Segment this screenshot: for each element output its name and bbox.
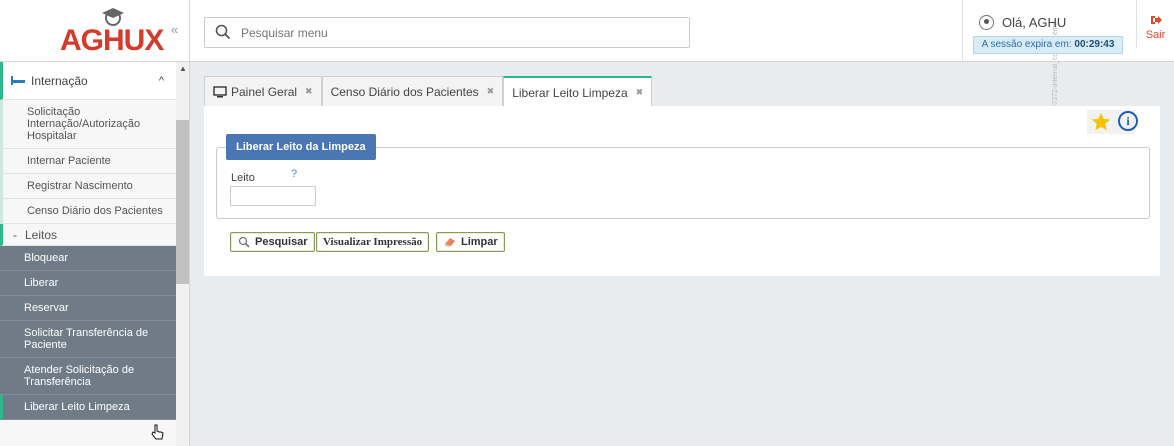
logout-label: Sair	[1145, 29, 1166, 41]
eraser-icon	[445, 238, 455, 247]
sidebar-item-reservar[interactable]: Reservar	[0, 296, 176, 321]
main-content: i Liberar Leito da Limpeza Leito ? Pesqu…	[204, 106, 1160, 276]
tab-painel-geral[interactable]: Painel Geral ✖	[204, 76, 322, 106]
sidebar: Internação ^ Solicitação Internação/Auto…	[0, 62, 190, 446]
search-icon	[215, 24, 231, 40]
logout-button[interactable]: Sair	[1136, 0, 1174, 48]
tab-liberar-leito-limpeza[interactable]: Liberar Leito Limpeza ✖	[503, 76, 653, 107]
session-timer: A sessão expira em: 00:29:43	[973, 36, 1123, 54]
sidebar-item-solicitacao[interactable]: Solicitação Internação/Autorização Hospi…	[0, 100, 176, 149]
sidebar-item-nascimento[interactable]: Registrar Nascimento	[0, 174, 176, 199]
logo-area: AGHUX «	[0, 0, 190, 62]
sidebar-item-bloquear[interactable]: Bloquear	[0, 246, 176, 271]
info-icon[interactable]: i	[1118, 111, 1138, 131]
collapse-sidebar-icon[interactable]: «	[171, 22, 178, 37]
sidebar-group-label: Leitos	[25, 227, 58, 242]
close-icon[interactable]: ✖	[487, 86, 495, 97]
search-button[interactable]: Pesquisar	[230, 232, 315, 252]
print-button-label: Visualizar Impressão	[323, 236, 423, 248]
sidebar-item-censo[interactable]: Censo Diário dos Pacientes	[0, 199, 176, 224]
greeting-text: Olá, AGHU	[1002, 15, 1067, 30]
search-input[interactable]	[239, 18, 679, 47]
session-label: A sessão expira em:	[981, 39, 1072, 50]
header: V 10.65.11.47372-internal_conver_emir Ol…	[190, 0, 1174, 144]
logout-icon	[1150, 16, 1162, 24]
clear-button-label: Limpar	[461, 236, 498, 248]
form-legend: Liberar Leito da Limpeza	[226, 134, 376, 160]
sidebar-item-liberar[interactable]: Liberar	[0, 271, 176, 296]
user-icon	[979, 15, 994, 30]
tab-censo-diario[interactable]: Censo Diário dos Pacientes ✖	[321, 76, 504, 106]
close-icon[interactable]: ✖	[636, 87, 644, 98]
sidebar-item-solicitar-transferencia[interactable]: Solicitar Transferência de Paciente	[0, 321, 176, 358]
help-icon[interactable]: ?	[291, 168, 297, 180]
search-button-label: Pesquisar	[255, 236, 308, 248]
magnifier-icon	[238, 236, 250, 248]
app-logo: AGHUX	[60, 24, 164, 57]
close-icon[interactable]: ✖	[305, 86, 313, 97]
print-preview-button[interactable]: Visualizar Impressão	[316, 232, 430, 252]
tab-label: Censo Diário dos Pacientes	[330, 84, 479, 99]
clear-button[interactable]: Limpar	[436, 232, 505, 252]
sidebar-scrollbar[interactable]: ▲	[176, 62, 189, 446]
scrollbar-thumb[interactable]	[176, 120, 189, 284]
search-box[interactable]	[204, 17, 690, 48]
bed-icon	[11, 76, 25, 85]
sidebar-group-leitos[interactable]: - Leitos	[0, 224, 176, 246]
star-icon[interactable]	[1090, 111, 1112, 133]
tab-label: Liberar Leito Limpeza	[512, 85, 628, 100]
scroll-up-icon[interactable]: ▲	[179, 64, 187, 73]
leito-label: Leito	[231, 172, 255, 184]
sidebar-item-atender-transferencia[interactable]: Atender Solicitação de Transferência	[0, 358, 176, 395]
sidebar-item-internar[interactable]: Internar Paciente	[0, 149, 176, 174]
sidebar-category-internacao[interactable]: Internação ^	[0, 62, 176, 100]
leito-input[interactable]	[230, 186, 316, 206]
user-greeting[interactable]: Olá, AGHU	[979, 15, 1066, 30]
sidebar-category-label: Internação	[31, 73, 88, 88]
sidebar-item-liberar-leito-limpeza[interactable]: Liberar Leito Limpeza	[0, 395, 176, 420]
monitor-icon	[213, 85, 227, 97]
tab-bar: Painel Geral ✖ Censo Diário dos Paciente…	[204, 76, 653, 107]
hand-cursor-icon	[151, 424, 164, 440]
sidebar-menu: Internação ^ Solicitação Internação/Auto…	[0, 62, 176, 420]
tab-label: Painel Geral	[231, 84, 298, 99]
chevron-up-icon: ^	[158, 74, 164, 87]
minus-icon: -	[13, 227, 17, 242]
session-time: 00:29:43	[1074, 39, 1115, 50]
user-area: Olá, AGHU A sessão expira em: 00:29:43	[962, 0, 1132, 62]
